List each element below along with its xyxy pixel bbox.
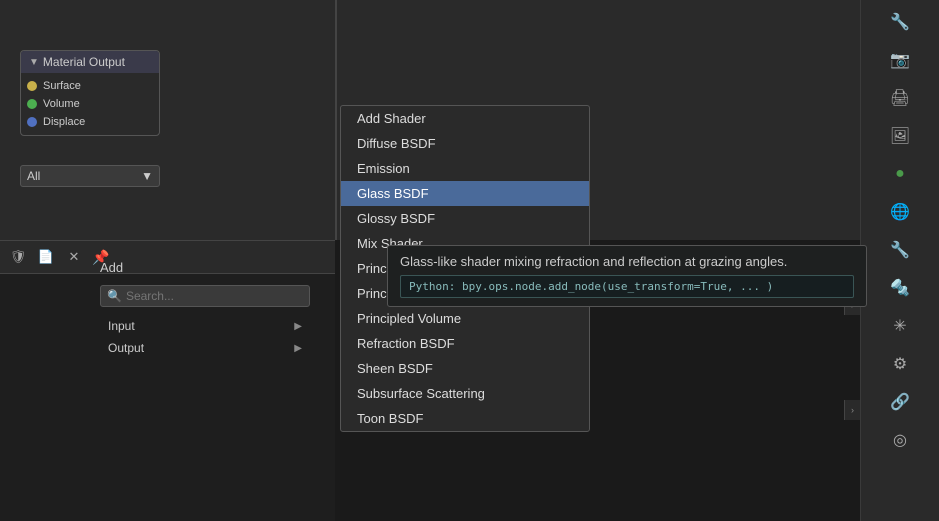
sidebar-btn-wrench[interactable]: 🔧 <box>882 4 918 40</box>
right-sidebar: 🔧 📷 🖨 🖼 ● 🌐 🔧 🔩 ✳ ⚙ 🔗 ◎ <box>860 0 939 521</box>
viewport-divider <box>335 0 337 240</box>
shield-icon-btn[interactable]: 🛡 <box>6 245 30 269</box>
shader-item-toon-bsdf[interactable]: Toon BSDF <box>341 406 589 431</box>
socket-volume: Volume <box>21 95 159 113</box>
constraints-icon: 🔗 <box>890 392 910 412</box>
add-label: Add <box>100 260 123 275</box>
shader-item-refraction-bsdf[interactable]: Refraction BSDF <box>341 331 589 356</box>
socket-surface-dot <box>27 81 37 91</box>
object-icon: 🔧 <box>890 240 910 260</box>
search-icon: 🔍 <box>107 289 122 303</box>
submenu-output-arrow: ▶ <box>294 343 302 354</box>
expand-arrow-bottom[interactable]: › <box>844 400 860 420</box>
sidebar-btn-viewlayer[interactable]: 🖼 <box>882 118 918 154</box>
search-input[interactable] <box>126 289 303 303</box>
dropdown-arrow-icon: ▼ <box>141 169 153 183</box>
node-header: ▼ Material Output <box>21 51 159 73</box>
shader-item-emission[interactable]: Emission <box>341 156 589 181</box>
socket-volume-dot <box>27 99 37 109</box>
output-icon: 🖨 <box>890 88 910 108</box>
submenu-items: Input ▶ Output ▶ <box>100 315 310 359</box>
socket-displace: Displace <box>21 113 159 131</box>
shader-item-glossy-bsdf[interactable]: Glossy BSDF <box>341 206 589 231</box>
node-collapse-arrow[interactable]: ▼ <box>29 57 39 68</box>
node-body: Surface Volume Displace <box>21 73 159 135</box>
sidebar-btn-constraints[interactable]: 🔗 <box>882 384 918 420</box>
close-icon-btn[interactable]: ✕ <box>62 245 86 269</box>
socket-surface: Surface <box>21 77 159 95</box>
viewlayer-icon: 🖼 <box>890 126 910 146</box>
search-box[interactable]: 🔍 <box>100 285 310 307</box>
shader-item-sheen-bsdf[interactable]: Sheen BSDF <box>341 356 589 381</box>
render-icon: 📷 <box>890 50 910 70</box>
copy-icon-btn[interactable]: 📄 <box>34 245 58 269</box>
shader-item-add-shader[interactable]: Add Shader <box>341 106 589 131</box>
node-dropdown[interactable]: All ▼ <box>20 165 160 187</box>
shader-item-diffuse-bsdf[interactable]: Diffuse BSDF <box>341 131 589 156</box>
submenu-output-label: Output <box>108 341 144 355</box>
socket-displace-dot <box>27 117 37 127</box>
submenu-input-arrow: ▶ <box>294 321 302 332</box>
shader-item-subsurface-scattering[interactable]: Subsurface Scattering <box>341 381 589 406</box>
submenu-input-label: Input <box>108 319 135 333</box>
sidebar-btn-render[interactable]: 📷 <box>882 42 918 78</box>
modifier-icon: 🔩 <box>890 278 910 298</box>
physics-icon: ⚙ <box>893 354 907 374</box>
node-title: Material Output <box>43 55 125 69</box>
socket-volume-label: Volume <box>43 98 80 110</box>
tooltip-description: Glass-like shader mixing refraction and … <box>400 254 854 269</box>
tooltip-code: Python: bpy.ops.node.add_node(use_transf… <box>400 275 854 298</box>
sidebar-btn-modifier[interactable]: 🔩 <box>882 270 918 306</box>
sidebar-btn-world[interactable]: 🌐 <box>882 194 918 230</box>
sidebar-btn-object[interactable]: 🔧 <box>882 232 918 268</box>
shader-item-glass-bsdf[interactable]: Glass BSDF <box>341 181 589 206</box>
scene-icon: ● <box>895 165 905 183</box>
sidebar-btn-scene[interactable]: ● <box>882 156 918 192</box>
data-icon: ◎ <box>893 430 907 450</box>
sidebar-btn-data[interactable]: ◎ <box>882 422 918 458</box>
submenu-item-input[interactable]: Input ▶ <box>100 315 310 337</box>
shader-item-principled-volume[interactable]: Principled Volume <box>341 306 589 331</box>
wrench-icon: 🔧 <box>890 12 910 32</box>
sidebar-btn-particles[interactable]: ✳ <box>882 308 918 344</box>
node-editor: 🛡 📄 ✕ 📌 <box>0 240 335 521</box>
dropdown-value: All <box>27 169 40 183</box>
socket-displace-label: Displace <box>43 116 85 128</box>
material-output-node: ▼ Material Output Surface Volume Displac… <box>20 50 160 136</box>
sidebar-btn-physics[interactable]: ⚙ <box>882 346 918 382</box>
dropdown-select[interactable]: All ▼ <box>20 165 160 187</box>
particles-icon: ✳ <box>893 316 906 336</box>
tooltip-box: Glass-like shader mixing refraction and … <box>387 245 867 307</box>
socket-surface-label: Surface <box>43 80 81 92</box>
sidebar-btn-output[interactable]: 🖨 <box>882 80 918 116</box>
node-editor-header: 🛡 📄 ✕ 📌 <box>0 241 335 274</box>
submenu-item-output[interactable]: Output ▶ <box>100 337 310 359</box>
world-icon: 🌐 <box>890 202 910 222</box>
